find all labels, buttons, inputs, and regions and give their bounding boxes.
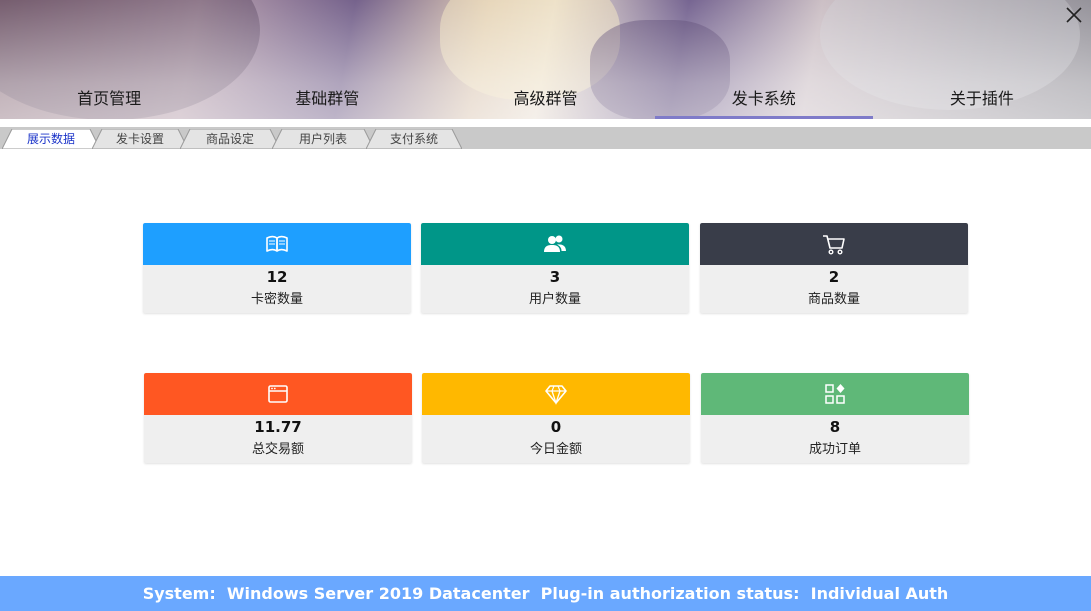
header-banner: 首页管理 基础群管 高级群管 发卡系统 关于插件 xyxy=(0,0,1091,119)
diamond-icon xyxy=(545,385,567,406)
stat-card-success-orders: 8 成功订单 xyxy=(701,373,969,463)
stat-card-card-secrets: 12 卡密数量 xyxy=(143,223,411,313)
stat-card-header xyxy=(421,223,689,265)
tab-payment-system[interactable]: 支付系统 xyxy=(366,129,462,149)
tab-label: 展示数据 xyxy=(26,132,75,146)
stat-label: 今日金额 xyxy=(529,442,582,457)
stat-card-header xyxy=(144,373,412,415)
stat-card-today-amount: 0 今日金额 xyxy=(422,373,690,463)
tab-display-data[interactable]: 展示数据 xyxy=(2,129,100,149)
stat-value: 3 xyxy=(549,268,561,286)
tab-product-settings[interactable]: 商品设定 xyxy=(180,129,280,149)
stat-value: 11.77 xyxy=(254,418,302,436)
tab-label: 用户列表 xyxy=(298,132,347,146)
stat-card-total-amount: 11.77 总交易额 xyxy=(144,373,412,463)
apps-grid-icon xyxy=(825,384,845,404)
stat-label: 成功订单 xyxy=(808,442,861,457)
stat-value: 2 xyxy=(828,268,840,286)
stat-card-header xyxy=(143,223,411,265)
main-nav: 首页管理 基础群管 高级群管 发卡系统 关于插件 xyxy=(0,80,1091,119)
tab-label: 发卡设置 xyxy=(115,132,164,146)
stat-card-header xyxy=(422,373,690,415)
main-nav-advanced-group[interactable]: 高级群管 xyxy=(436,80,654,119)
browser-window-icon xyxy=(268,385,288,403)
stat-label: 用户数量 xyxy=(528,292,581,307)
close-icon xyxy=(1066,7,1082,23)
stat-card-header xyxy=(700,223,968,265)
cart-icon xyxy=(823,235,845,255)
stat-card-products: 2 商品数量 xyxy=(700,223,968,313)
tab-card-settings[interactable]: 发卡设置 xyxy=(92,129,188,149)
stat-value: 12 xyxy=(266,268,288,286)
main-nav-about-plugin[interactable]: 关于插件 xyxy=(873,80,1091,119)
stat-value: 8 xyxy=(829,418,841,436)
status-bar: System: Windows Server 2019 Datacenter P… xyxy=(0,576,1091,611)
main-nav-card-system[interactable]: 发卡系统 xyxy=(654,80,874,119)
stat-label: 卡密数量 xyxy=(250,292,303,307)
app-window: 首页管理 基础群管 高级群管 发卡系统 关于插件 展示数据 发卡设置 商品设定 xyxy=(0,0,1091,611)
main-nav-basic-group[interactable]: 基础群管 xyxy=(218,80,436,119)
sub-tab-bar: 展示数据 发卡设置 商品设定 用户列表 支付系统 xyxy=(0,127,1091,149)
stat-label: 商品数量 xyxy=(807,292,860,307)
tab-label: 商品设定 xyxy=(205,132,254,146)
users-icon xyxy=(544,235,566,252)
stat-label: 总交易额 xyxy=(251,442,304,457)
main-nav-home[interactable]: 首页管理 xyxy=(0,80,218,119)
close-button[interactable] xyxy=(1063,4,1085,26)
stat-value: 0 xyxy=(550,418,562,436)
tab-label: 支付系统 xyxy=(389,132,438,146)
stat-card-header xyxy=(701,373,969,415)
book-icon xyxy=(266,235,288,252)
tab-user-list[interactable]: 用户列表 xyxy=(272,129,374,149)
stat-card-users: 3 用户数量 xyxy=(421,223,689,313)
